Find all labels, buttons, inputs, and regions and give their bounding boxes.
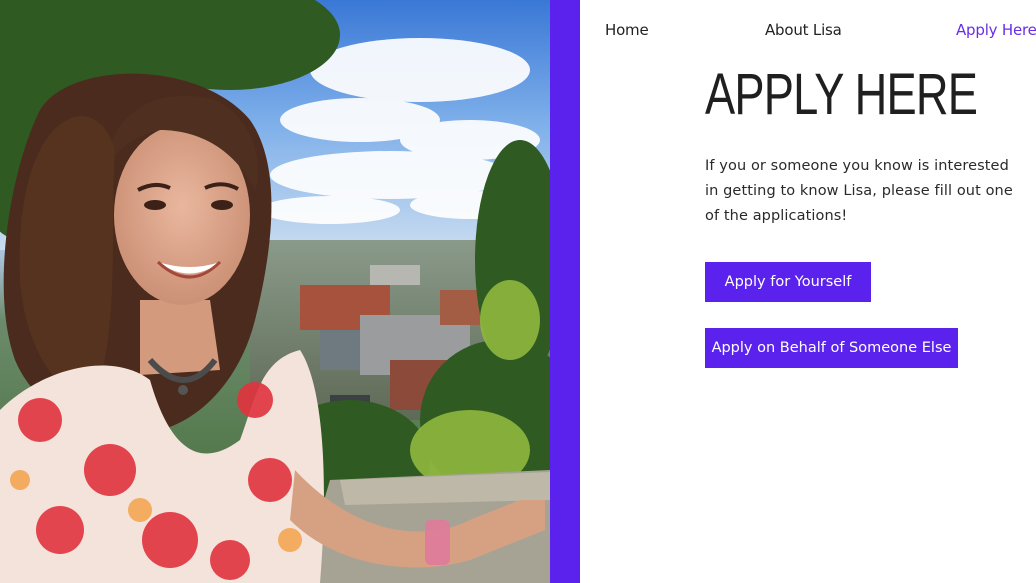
accent-bar: [550, 0, 580, 583]
page-title: APPLY HERE: [705, 62, 978, 127]
portrait-photo: [0, 0, 550, 583]
apply-for-yourself-button[interactable]: Apply for Yourself: [705, 262, 871, 302]
nav-about-lisa-link[interactable]: About Lisa: [765, 21, 842, 39]
nav-home-link[interactable]: Home: [605, 21, 649, 39]
nav-apply-here-link[interactable]: Apply Here: [956, 21, 1036, 39]
portrait-photo-art: [0, 0, 550, 583]
apply-on-behalf-button[interactable]: Apply on Behalf of Someone Else: [705, 328, 958, 368]
intro-text: If you or someone you know is interested…: [705, 158, 1013, 224]
page: Home About Lisa Apply Here APPLY HERE If…: [0, 0, 1036, 583]
